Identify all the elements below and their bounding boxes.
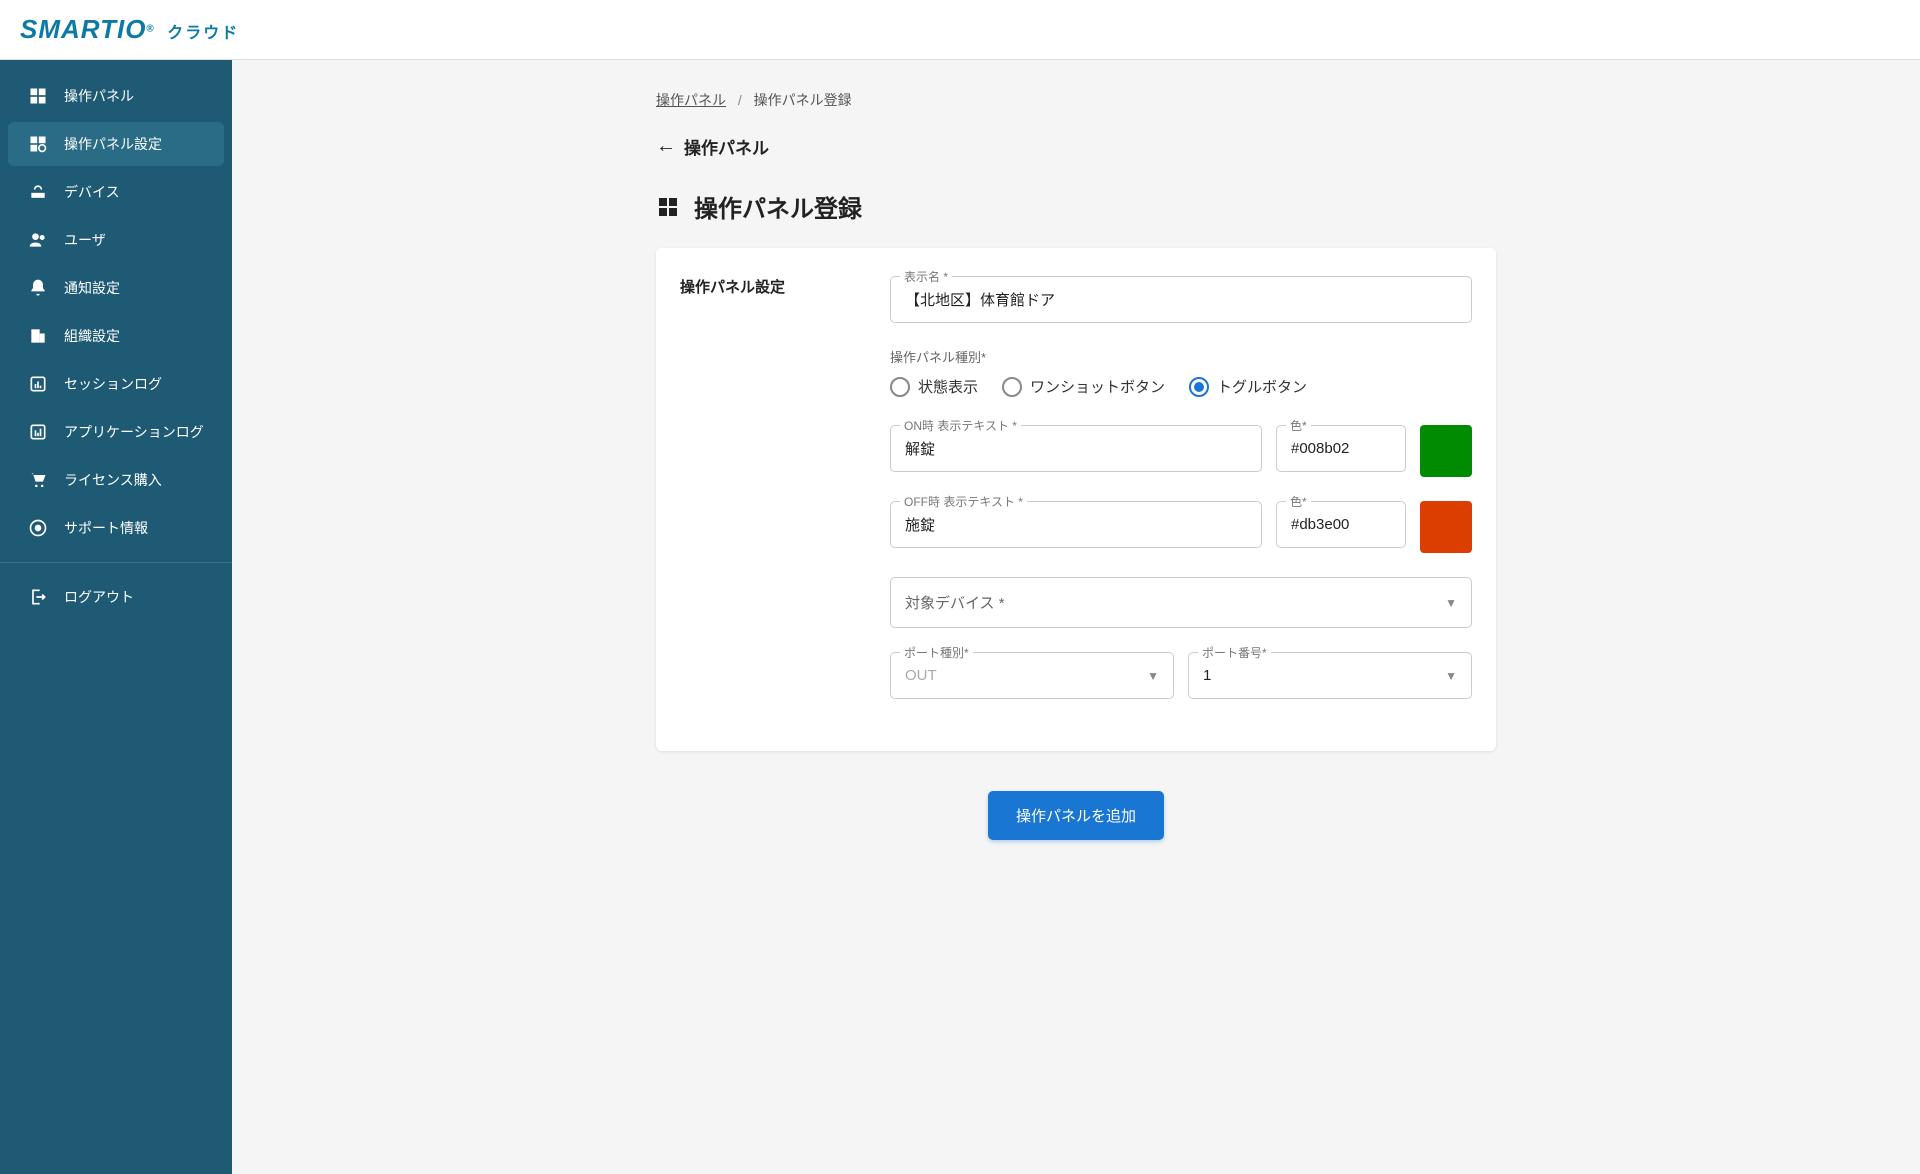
breadcrumb-sep: / xyxy=(738,92,742,108)
sidebar-item-license[interactable]: ライセンス購入 xyxy=(8,458,224,502)
sidebar-item-notifications[interactable]: 通知設定 xyxy=(8,266,224,310)
cart-icon xyxy=(28,470,48,490)
on-text-field: ON時 表示テキスト * xyxy=(890,425,1262,472)
port-number-field: ポート番号* 1 ▼ xyxy=(1188,652,1472,699)
dashboard-cog-icon xyxy=(656,195,680,219)
sidebar-item-org[interactable]: 組織設定 xyxy=(8,314,224,358)
main-content: 操作パネル / 操作パネル登録 ← 操作パネル 操作パネル登録 操作パネル設定 … xyxy=(232,60,1920,1174)
users-icon xyxy=(28,230,48,250)
off-text-label: OFF時 表示テキスト * xyxy=(900,493,1027,510)
radio-icon xyxy=(890,377,910,397)
back-link[interactable]: ← 操作パネル xyxy=(656,134,1496,159)
sidebar-item-label: デバイス xyxy=(64,182,120,202)
add-panel-button[interactable]: 操作パネルを追加 xyxy=(988,791,1164,840)
app-header: SMARTIO® クラウド xyxy=(0,0,1920,60)
sidebar-item-label: 通知設定 xyxy=(64,278,120,298)
sidebar-item-label: セッションログ xyxy=(64,374,162,394)
radio-status-display[interactable]: 状態表示 xyxy=(890,376,978,397)
display-name-input[interactable] xyxy=(890,276,1472,323)
breadcrumb: 操作パネル / 操作パネル登録 xyxy=(656,90,1496,110)
back-label: 操作パネル xyxy=(684,134,769,159)
dashboard-icon xyxy=(28,86,48,106)
form-card: 操作パネル設定 表示名 * 操作パネル種別* 状態表示 xyxy=(656,248,1496,751)
target-device-label: 対象デバイス * xyxy=(905,592,1005,613)
sidebar-item-label: ライセンス購入 xyxy=(64,470,162,490)
chart-bar-icon xyxy=(28,374,48,394)
radio-oneshot-button[interactable]: ワンショットボタン xyxy=(1002,376,1165,397)
router-icon xyxy=(28,182,48,202)
off-color-field: 色* xyxy=(1276,501,1406,548)
sidebar-item-label: 操作パネル xyxy=(64,86,134,106)
sidebar-item-app-log[interactable]: アプリケーションログ xyxy=(8,410,224,454)
sidebar-item-label: 操作パネル設定 xyxy=(64,134,162,154)
breadcrumb-parent[interactable]: 操作パネル xyxy=(656,92,726,108)
sidebar-item-logout[interactable]: ログアウト xyxy=(8,575,224,619)
building-icon xyxy=(28,326,48,346)
on-color-field: 色* xyxy=(1276,425,1406,472)
off-color-label: 色* xyxy=(1286,493,1311,510)
radio-label: 状態表示 xyxy=(918,376,978,397)
brand-sub: クラウド xyxy=(167,25,239,42)
display-name-field: 表示名 * xyxy=(890,276,1472,323)
radio-label: トグルボタン xyxy=(1217,376,1307,397)
port-number-label: ポート番号* xyxy=(1198,644,1271,661)
off-color-swatch[interactable] xyxy=(1420,501,1472,553)
target-device-select[interactable]: 対象デバイス * ▼ xyxy=(890,577,1472,628)
sidebar-divider xyxy=(0,562,232,563)
chevron-down-icon: ▼ xyxy=(1445,669,1457,683)
brand-reg: ® xyxy=(146,24,154,35)
panel-type-label: 操作パネル種別* xyxy=(890,347,1472,366)
sidebar-item-users[interactable]: ユーザ xyxy=(8,218,224,262)
sidebar-item-panel[interactable]: 操作パネル xyxy=(8,74,224,118)
dashboard-cog-icon xyxy=(28,134,48,154)
sidebar-item-label: 組織設定 xyxy=(64,326,120,346)
port-type-field: ポート種別* OUT ▼ xyxy=(890,652,1174,699)
off-text-field: OFF時 表示テキスト * xyxy=(890,501,1262,548)
port-number-value: 1 xyxy=(1203,667,1211,684)
sidebar-item-panel-settings[interactable]: 操作パネル設定 xyxy=(8,122,224,166)
logout-icon xyxy=(28,587,48,607)
on-text-label: ON時 表示テキスト * xyxy=(900,417,1021,434)
radio-icon xyxy=(1189,377,1209,397)
sidebar-item-label: サポート情報 xyxy=(64,518,148,538)
port-type-label: ポート種別* xyxy=(900,644,973,661)
sidebar-item-session-log[interactable]: セッションログ xyxy=(8,362,224,406)
page-title: 操作パネル登録 xyxy=(656,189,1496,224)
radio-icon xyxy=(1002,377,1022,397)
brand-main: SMARTIO xyxy=(20,14,146,44)
chart-app-icon xyxy=(28,422,48,442)
bell-icon xyxy=(28,278,48,298)
chevron-down-icon: ▼ xyxy=(1445,596,1457,610)
radio-toggle-button[interactable]: トグルボタン xyxy=(1189,376,1307,397)
chevron-down-icon: ▼ xyxy=(1147,669,1159,683)
radio-label: ワンショットボタン xyxy=(1030,376,1165,397)
sidebar-item-device[interactable]: デバイス xyxy=(8,170,224,214)
page-title-text: 操作パネル登録 xyxy=(694,189,862,224)
panel-type-group: 操作パネル種別* 状態表示 ワンショットボタン xyxy=(890,347,1472,397)
sidebar-item-label: ユーザ xyxy=(64,230,106,250)
sidebar: 操作パネル 操作パネル設定 デバイス ユーザ 通知設定 組織設定 セッションログ xyxy=(0,60,232,1174)
lifebuoy-icon xyxy=(28,518,48,538)
port-type-value: OUT xyxy=(905,667,937,684)
section-label: 操作パネル設定 xyxy=(680,276,850,723)
brand-logo: SMARTIO® クラウド xyxy=(20,14,239,45)
arrow-left-icon: ← xyxy=(656,135,676,158)
breadcrumb-current: 操作パネル登録 xyxy=(754,92,852,108)
target-device-field: 対象デバイス * ▼ xyxy=(890,577,1472,628)
on-color-label: 色* xyxy=(1286,417,1311,434)
sidebar-item-label: アプリケーションログ xyxy=(64,422,204,442)
on-color-swatch[interactable] xyxy=(1420,425,1472,477)
sidebar-item-support[interactable]: サポート情報 xyxy=(8,506,224,550)
sidebar-item-label: ログアウト xyxy=(64,587,134,607)
display-name-label: 表示名 * xyxy=(900,268,952,285)
